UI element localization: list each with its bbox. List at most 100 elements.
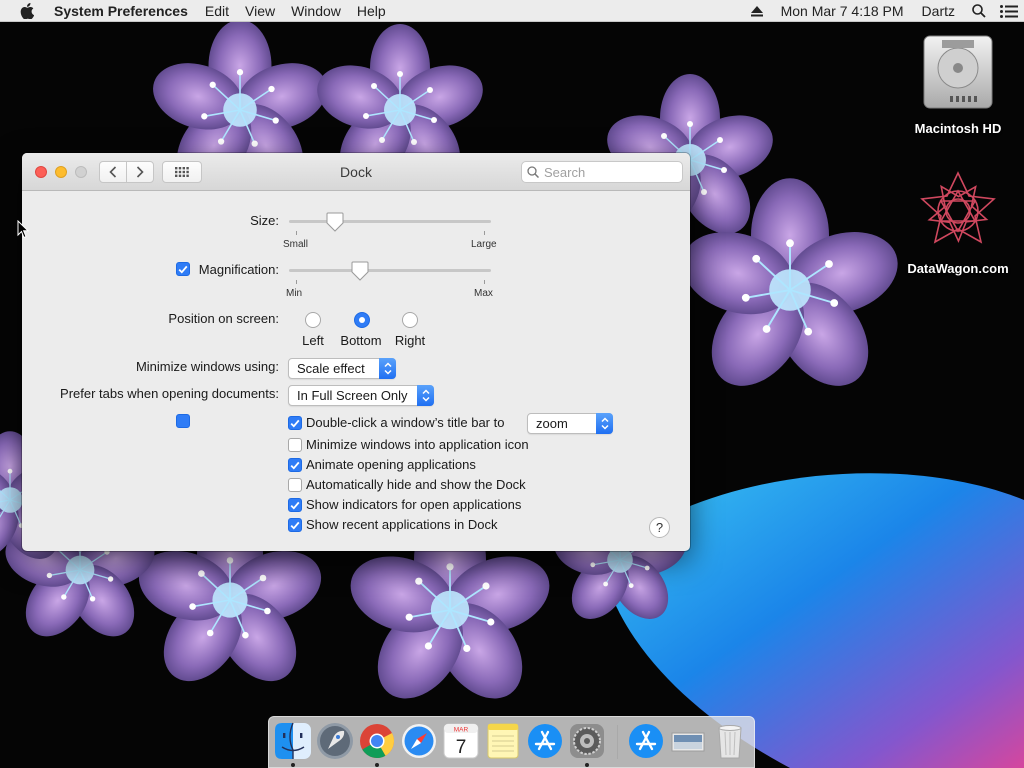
menu-bar: System Preferences Edit View Window Help… xyxy=(0,0,1024,22)
double-click-label: Double-click a window’s title bar to xyxy=(306,415,505,430)
size-slider-thumb[interactable] xyxy=(326,212,344,232)
menu-window[interactable]: Window xyxy=(283,0,349,22)
help-button[interactable]: ? xyxy=(649,517,670,538)
search-icon xyxy=(527,166,539,178)
menu-edit[interactable]: Edit xyxy=(197,0,237,22)
animate-opening-label: Animate opening applications xyxy=(306,457,476,472)
window-titlebar[interactable]: Dock xyxy=(22,153,690,191)
desktop-icon-macintosh-hd[interactable]: Macintosh HD xyxy=(898,32,1018,136)
position-right-radio[interactable] xyxy=(402,312,418,328)
running-indicator xyxy=(291,763,295,767)
show-indicators-checkbox[interactable] xyxy=(288,498,302,512)
prefer-tabs-popup[interactable]: In Full Screen Only xyxy=(288,385,434,406)
finder-icon[interactable] xyxy=(274,722,312,760)
slider-tick xyxy=(484,231,485,235)
calendar-day: 7 xyxy=(456,737,467,758)
size-label: Size: xyxy=(250,213,279,228)
downloads-app-store-icon[interactable] xyxy=(627,722,665,760)
prefer-tabs-value: In Full Screen Only xyxy=(297,388,408,403)
slider-tick xyxy=(296,231,297,235)
menu-app-name[interactable]: System Preferences xyxy=(54,0,197,22)
trash-icon[interactable] xyxy=(711,722,749,760)
magnification-slider-thumb[interactable] xyxy=(351,261,369,281)
position-right-label: Right xyxy=(394,333,426,348)
checkmark-icon xyxy=(178,265,188,274)
chrome-icon[interactable] xyxy=(358,722,396,760)
checkmark-icon xyxy=(290,501,300,510)
magnification-slider-track[interactable] xyxy=(289,269,491,272)
show-all-grid-icon xyxy=(175,167,189,177)
dock-separator xyxy=(617,725,618,759)
position-bottom-radio[interactable] xyxy=(354,312,370,328)
forward-chevron-icon xyxy=(136,166,144,178)
double-click-action-value: zoom xyxy=(536,416,568,431)
app-store-icon[interactable] xyxy=(526,722,564,760)
dock: MAR 7 xyxy=(268,716,755,768)
apple-icon[interactable] xyxy=(0,0,54,22)
search-input[interactable] xyxy=(544,164,674,180)
slider-tick xyxy=(296,280,297,284)
show-recent-apps-checkbox[interactable] xyxy=(288,518,302,532)
autohide-dock-label: Automatically hide and show the Dock xyxy=(306,477,526,492)
running-indicator xyxy=(375,763,379,767)
position-left-radio[interactable] xyxy=(305,312,321,328)
eject-icon[interactable] xyxy=(742,0,772,22)
search-field[interactable] xyxy=(521,161,683,183)
magnification-label: Magnification: xyxy=(198,262,279,277)
desktop-icon-datawagon[interactable]: DataWagon.com xyxy=(898,170,1018,276)
magnification-min-label: Min xyxy=(286,288,303,299)
forward-button[interactable] xyxy=(126,161,154,183)
zoom-window-button[interactable] xyxy=(75,166,87,178)
geometric-logo-icon xyxy=(920,171,996,244)
launchpad-icon[interactable] xyxy=(316,722,354,760)
minimize-effect-popup[interactable]: Scale effect xyxy=(288,358,396,379)
dock-settings-panel: Size: Small Large Magnification: Min Max… xyxy=(22,191,690,551)
spotlight-search-icon[interactable] xyxy=(964,0,994,22)
minimize-effect-value: Scale effect xyxy=(297,361,365,376)
popup-arrows-icon xyxy=(417,385,434,406)
menu-help[interactable]: Help xyxy=(349,0,394,22)
show-indicators-label: Show indicators for open applications xyxy=(306,497,522,512)
magnification-checkbox[interactable] xyxy=(176,262,190,276)
autohide-dock-checkbox[interactable] xyxy=(288,478,302,492)
prefer-tabs-label: Prefer tabs when opening documents: xyxy=(60,386,279,401)
back-chevron-icon xyxy=(109,166,117,178)
show-all-button[interactable] xyxy=(162,161,202,183)
minimize-into-app-icon-label: Minimize windows into application icon xyxy=(306,437,529,452)
popup-arrows-icon xyxy=(596,413,613,434)
checkmark-icon xyxy=(290,461,300,470)
double-click-action-popup[interactable]: zoom xyxy=(527,413,613,434)
menu-clock[interactable]: Mon Mar 7 4:18 PM xyxy=(772,0,913,22)
size-min-label: Small xyxy=(283,239,309,250)
hard-drive-icon xyxy=(923,35,993,109)
dock-preferences-window: Dock Size: Small Large Magnification: Mi xyxy=(22,153,690,551)
minimize-using-label: Minimize windows using: xyxy=(135,359,279,374)
size-max-label: Large xyxy=(471,239,497,250)
mouse-cursor-icon xyxy=(17,220,29,239)
notification-list-icon[interactable] xyxy=(994,0,1024,22)
show-recent-apps-label: Show recent applications in Dock xyxy=(306,517,498,532)
magnification-max-label: Max xyxy=(474,288,493,299)
close-window-button[interactable] xyxy=(35,166,47,178)
popup-arrows-icon xyxy=(379,358,396,379)
minimize-into-app-icon-checkbox[interactable] xyxy=(288,438,302,452)
calendar-icon[interactable]: MAR 7 xyxy=(442,722,480,760)
checkmark-icon xyxy=(290,419,300,428)
double-click-checkbox[interactable] xyxy=(288,416,302,430)
checkmark-icon xyxy=(290,521,300,530)
system-preferences-icon[interactable] xyxy=(568,722,606,760)
menu-view[interactable]: View xyxy=(237,0,283,22)
running-indicator xyxy=(585,763,589,767)
menu-user[interactable]: Dartz xyxy=(913,0,964,22)
notes-icon[interactable] xyxy=(484,722,522,760)
documents-folder-icon[interactable] xyxy=(669,722,707,760)
slider-tick xyxy=(484,280,485,284)
size-slider-track[interactable] xyxy=(289,220,491,223)
minimize-window-button[interactable] xyxy=(55,166,67,178)
desktop-icon-label: DataWagon.com xyxy=(907,261,1009,276)
safari-icon[interactable] xyxy=(400,722,438,760)
back-button[interactable] xyxy=(99,161,127,183)
calendar-month: MAR xyxy=(454,727,469,734)
desktop-icon-label: Macintosh HD xyxy=(914,121,1002,136)
animate-opening-checkbox[interactable] xyxy=(288,458,302,472)
